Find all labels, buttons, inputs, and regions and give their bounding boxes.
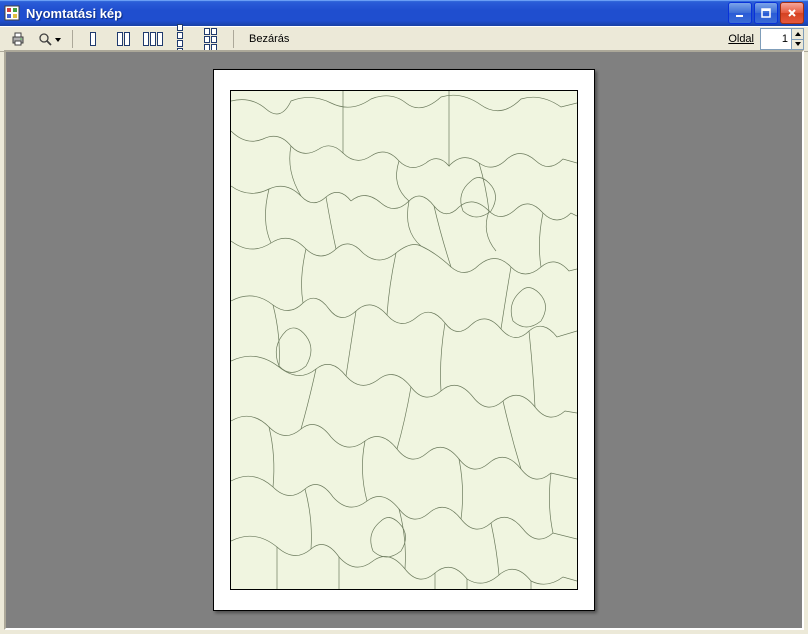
layout-4page-button[interactable]: [169, 28, 197, 50]
map-preview: [230, 90, 578, 590]
page-label: Oldal: [728, 33, 754, 45]
print-button[interactable]: [4, 28, 32, 50]
title-bar: Nyomtatási kép: [0, 0, 808, 26]
app-icon: [4, 5, 20, 21]
page-spinner[interactable]: [760, 28, 804, 50]
chevron-down-icon: [54, 35, 62, 43]
toolbar-separator: [233, 30, 234, 48]
layout-2page-button[interactable]: [109, 28, 137, 50]
page-up-button[interactable]: [791, 29, 803, 39]
maximize-button[interactable]: [754, 2, 778, 24]
preview-area: [4, 50, 804, 630]
toolbar: Bezárás Oldal: [0, 26, 808, 52]
toolbar-separator: [72, 30, 73, 48]
layout-1page-button[interactable]: [79, 28, 107, 50]
zoom-dropdown[interactable]: [34, 28, 66, 50]
layout-6page-button[interactable]: [199, 28, 227, 50]
window-title: Nyomtatási kép: [26, 6, 728, 21]
close-button[interactable]: [780, 2, 804, 24]
minimize-button[interactable]: [728, 2, 752, 24]
preview-page: [213, 69, 595, 611]
layout-3page-button[interactable]: [139, 28, 167, 50]
page-down-button[interactable]: [791, 39, 803, 50]
close-preview-button[interactable]: Bezárás: [240, 28, 298, 50]
page-input[interactable]: [761, 29, 791, 49]
